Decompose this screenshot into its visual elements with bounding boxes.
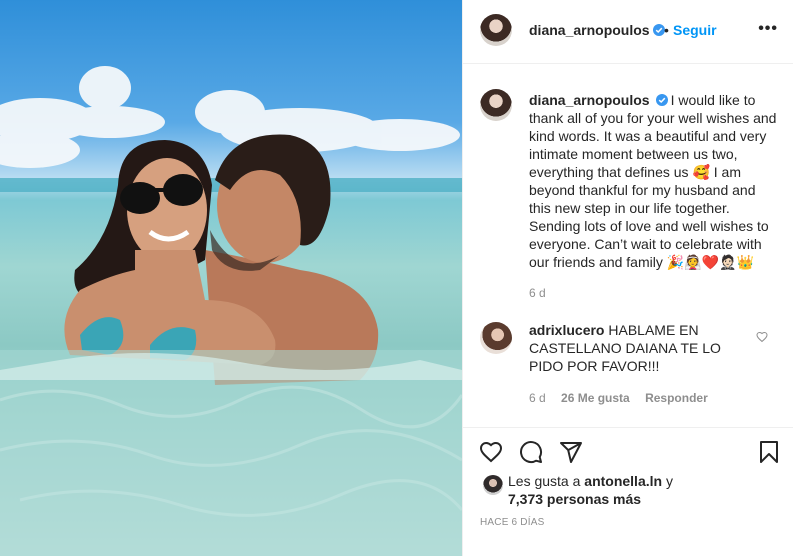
post-photo[interactable] — [0, 0, 462, 556]
comment-icon[interactable] — [519, 440, 543, 464]
beach-couple-photo — [0, 66, 462, 556]
header-separator: • — [664, 22, 669, 38]
heart-icon[interactable] — [479, 440, 503, 464]
comment-reply-button[interactable]: Responder — [645, 391, 708, 405]
caption-avatar[interactable] — [480, 89, 512, 121]
bookmark-icon[interactable] — [757, 440, 781, 464]
commenter-username[interactable]: adrixlucero — [529, 322, 604, 338]
caption-emoji-2: 🎉👰❤️🤵🏻👑 — [666, 254, 754, 270]
comment-likes-count[interactable]: 26 Me gusta — [561, 391, 630, 405]
post-details-panel: diana_arnopoulos • Seguir ••• diana_arno… — [462, 0, 793, 556]
likes-joiner: y — [662, 473, 673, 489]
liker-username[interactable]: antonella.ln — [584, 473, 662, 489]
caption-timestamp[interactable]: 6 d — [529, 286, 546, 300]
comment-timestamp[interactable]: 6 d — [529, 391, 546, 405]
author-avatar[interactable] — [480, 14, 512, 46]
verified-badge-icon — [652, 24, 665, 36]
likes-count[interactable]: 7,373 personas más — [508, 491, 641, 507]
verified-badge-icon — [655, 94, 668, 106]
comment: adrixlucero HABLAME EN CASTELLANO DAIANA… — [529, 321, 739, 375]
post-timestamp[interactable]: HACE 6 DÍAS — [480, 517, 544, 528]
more-options-icon[interactable]: ••• — [758, 20, 778, 38]
share-icon[interactable] — [559, 440, 583, 464]
caption-emoji-1: 🥰 — [692, 164, 710, 180]
follow-button[interactable]: Seguir — [673, 22, 717, 38]
commenter-avatar[interactable] — [480, 322, 512, 354]
likes-prefix: Les gusta a — [508, 473, 585, 489]
author-username[interactable]: diana_arnopoulos — [529, 22, 650, 38]
liker-avatar[interactable] — [483, 475, 503, 495]
actions-divider — [463, 427, 793, 429]
post-header: diana_arnopoulos • Seguir ••• — [463, 0, 793, 64]
likes-line-1: Les gusta a antonella.ln y — [508, 473, 673, 489]
comment-meta: 6 d 26 Me gusta Responder — [529, 391, 720, 405]
post-caption: diana_arnopoulos I would like to thank al… — [529, 91, 781, 271]
likes-count-text[interactable]: 7,373 personas más — [508, 491, 641, 507]
author-username-row[interactable]: diana_arnopoulos — [529, 22, 665, 40]
comment-like-heart-icon[interactable] — [756, 331, 768, 343]
caption-username[interactable]: diana_arnopoulos — [529, 92, 650, 108]
